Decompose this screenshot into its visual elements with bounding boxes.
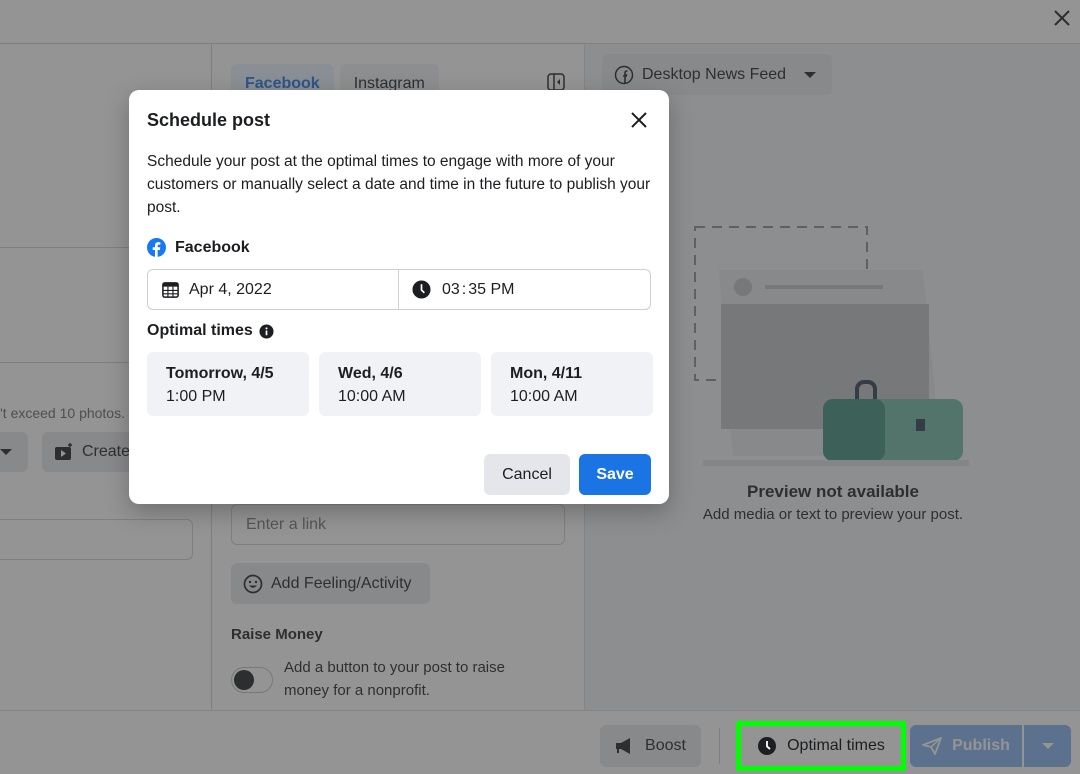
dialog-title: Schedule post: [147, 110, 271, 130]
optimal-slot[interactable]: Wed, 4/6 10:00 AM: [319, 352, 481, 416]
top-bar: [0, 0, 1080, 44]
cancel-button[interactable]: Cancel: [484, 454, 570, 495]
optimal-slot[interactable]: Mon, 4/11 10:00 AM: [491, 352, 653, 416]
panel-toggle-icon[interactable]: [546, 72, 566, 92]
slot-day: Tomorrow, 4/5: [166, 365, 274, 382]
close-icon[interactable]: [629, 110, 649, 130]
caret-down-icon: [0, 449, 12, 455]
slot-time: 1:00 PM: [166, 388, 226, 405]
calendar-icon: [162, 282, 179, 298]
video-sparkle-icon: [55, 443, 72, 460]
slot-day: Wed, 4/6: [338, 365, 403, 382]
slot-day: Mon, 4/11: [510, 365, 583, 382]
time-value: 03:35 PM: [442, 281, 515, 299]
save-button[interactable]: Save: [579, 454, 651, 495]
date-time-picker: Apr 4, 2022 03:35 PM: [147, 269, 651, 310]
boost-label: Boost: [645, 737, 686, 754]
time-period[interactable]: PM: [491, 281, 515, 298]
feeling-label: Add Feeling/Activity: [271, 574, 412, 592]
create-label: Create: [82, 443, 131, 460]
add-media-dropdown[interactable]: [0, 432, 28, 472]
send-icon: [922, 737, 943, 755]
date-field[interactable]: Apr 4, 2022: [148, 270, 399, 309]
case-front: [823, 399, 885, 461]
placement-dropdown[interactable]: Desktop News Feed: [602, 54, 833, 95]
slot-time: 10:00 AM: [338, 388, 406, 405]
text-line: [765, 285, 883, 289]
case-latch: [916, 419, 925, 431]
add-feeling-button[interactable]: Add Feeling/Activity: [231, 563, 430, 604]
boost-button[interactable]: Boost: [600, 725, 701, 767]
ground: [703, 460, 969, 466]
dialog-description: Schedule your post at the optimal times …: [147, 153, 651, 216]
publish-options-dropdown[interactable]: [1024, 725, 1071, 767]
optimal-times-heading: Optimal times: [147, 322, 274, 340]
text-field[interactable]: [0, 519, 193, 560]
optimal-slot[interactable]: Tomorrow, 4/5 1:00 PM: [147, 352, 309, 416]
publish-label: Publish: [952, 737, 1010, 754]
platform-label: Facebook: [175, 238, 250, 256]
optimal-times-label: Optimal times: [787, 737, 885, 754]
schedule-post-dialog: Schedule post Schedule your post at the …: [129, 90, 669, 504]
caret-down-icon: [804, 71, 817, 78]
preview-subtitle: Add media or text to preview your post.: [702, 506, 964, 523]
raise-money-description: Add a button to your post to raise money…: [284, 659, 505, 699]
facebook-logo-icon: [147, 238, 166, 257]
caret-down-icon: [1042, 743, 1054, 749]
platform-heading: Facebook: [147, 238, 250, 257]
clock-icon: [412, 280, 431, 299]
smiley-icon: [243, 574, 263, 593]
optimal-times-label: Optimal times: [147, 322, 253, 339]
preview-illustration: [694, 226, 969, 466]
placement-label: Desktop News Feed: [642, 65, 787, 83]
time-field[interactable]: 03:35 PM: [399, 270, 650, 309]
slot-time: 10:00 AM: [510, 388, 578, 405]
close-icon[interactable]: [1050, 6, 1074, 30]
clock-icon: [758, 737, 777, 755]
toggle-knob: [234, 670, 254, 690]
megaphone-icon: [616, 738, 631, 754]
photo-limit-hint: n't exceed 10 photos.: [0, 405, 125, 421]
raise-money-title: Raise Money: [231, 626, 323, 643]
avatar-dot: [734, 278, 752, 296]
optimal-times-button[interactable]: Optimal times: [736, 721, 906, 771]
optimal-time-slots: Tomorrow, 4/5 1:00 PM Wed, 4/6 10:00 AM …: [147, 352, 653, 416]
divider: [719, 728, 720, 764]
time-minute[interactable]: 35: [468, 281, 486, 298]
info-icon[interactable]: [259, 323, 274, 339]
link-input[interactable]: [231, 504, 565, 545]
time-hour[interactable]: 03: [442, 281, 460, 298]
publish-button[interactable]: Publish: [910, 725, 1022, 767]
facebook-outline-icon: [614, 65, 634, 84]
date-value: Apr 4, 2022: [189, 280, 272, 298]
footer-bar: Boost Optimal times Publish: [0, 710, 1080, 774]
raise-money-toggle[interactable]: [231, 667, 273, 693]
time-separator: :: [461, 280, 467, 298]
